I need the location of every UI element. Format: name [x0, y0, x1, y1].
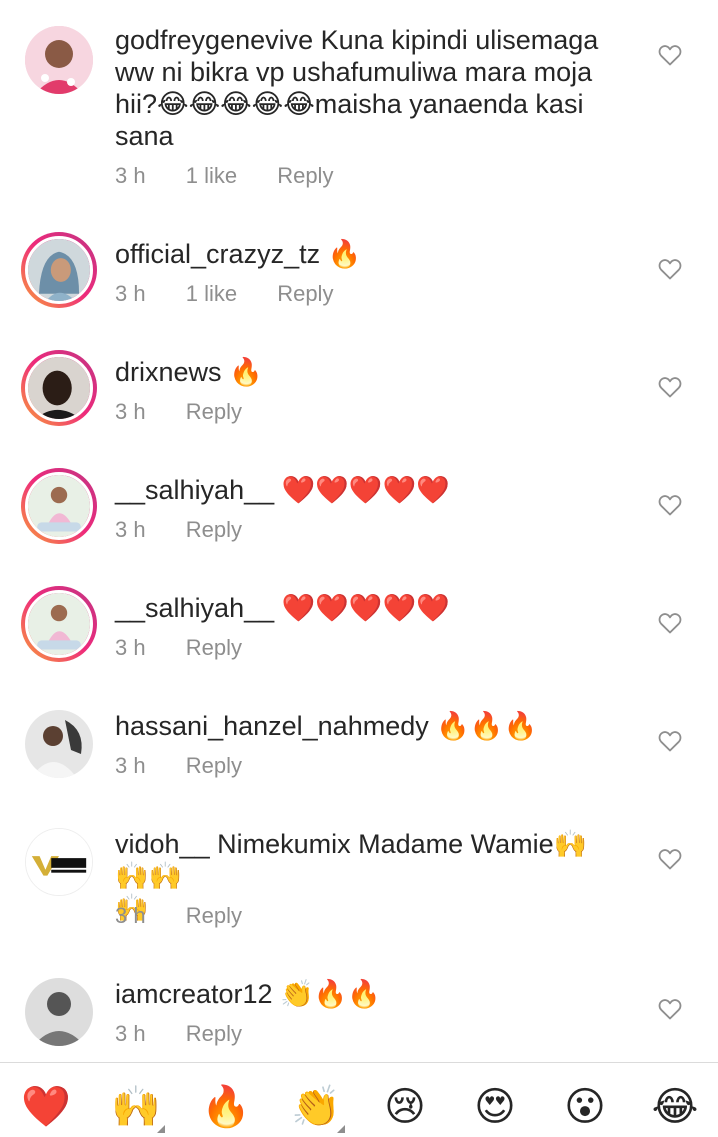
comment-username[interactable]: official_crazyz_tz: [115, 239, 320, 269]
reply-button[interactable]: Reply: [186, 635, 242, 661]
avatar[interactable]: [25, 710, 93, 778]
reaction-fire[interactable]: 🔥: [201, 1083, 251, 1131]
reaction-open-mouth[interactable]: 😮: [561, 1083, 609, 1131]
comment-time: 3 h: [115, 517, 146, 542]
comment-item: iamcreator12 👏🔥🔥 3 h Reply: [0, 940, 718, 1062]
skin-tone-indicator-mark: [337, 1125, 345, 1133]
comment-time: 3 h: [115, 163, 146, 188]
comment-body: ❤️❤️❤️❤️❤️: [274, 475, 450, 505]
avatar-photo: [25, 710, 93, 778]
reply-button[interactable]: Reply: [186, 1021, 242, 1047]
skin-tone-indicator-mark: [157, 1125, 165, 1133]
comment-username[interactable]: vidoh__: [115, 829, 210, 859]
comment-item: drixnews 🔥 3 h Reply: [0, 318, 718, 436]
comment-text: __salhiyah__ ❤️❤️❤️❤️❤️: [115, 474, 615, 506]
comment-username[interactable]: drixnews: [115, 357, 222, 387]
comment-time: 3 h: [115, 1021, 146, 1046]
comment-time: 3 h: [115, 635, 146, 660]
comment-list: godfreygenevive Kuna kipindi ulisemaga w…: [0, 0, 718, 1062]
comment-username[interactable]: hassani_hanzel_nahmedy: [115, 711, 429, 741]
comment-item: __salhiyah__ ❤️❤️❤️❤️❤️ 3 h Reply: [0, 554, 718, 672]
reaction-heart-eyes[interactable]: 😍: [471, 1083, 519, 1131]
reply-button[interactable]: Reply: [277, 281, 333, 307]
comment-body: Kuna kipindi ulisemaga: [313, 25, 599, 55]
comment-username[interactable]: __salhiyah__: [115, 475, 274, 505]
reply-button[interactable]: Reply: [186, 753, 242, 779]
comment-username[interactable]: __salhiyah__: [115, 593, 274, 623]
quick-reaction-bar: ❤️ 🙌 🔥 👏 😢 😍 😮 😂: [0, 1062, 718, 1137]
avatar-photo: [28, 475, 90, 537]
comment-item: godfreygenevive Kuna kipindi ulisemaga w…: [0, 0, 718, 200]
comment-meta: 3 h Reply: [115, 903, 276, 929]
avatar-photo: [25, 26, 93, 94]
comment-text: drixnews 🔥: [115, 356, 615, 388]
avatar-photo: [28, 239, 90, 301]
avatar[interactable]: [21, 350, 97, 426]
comment-text: __salhiyah__ ❤️❤️❤️❤️❤️: [115, 592, 615, 624]
reaction-raising-hands[interactable]: 🙌: [111, 1083, 161, 1131]
avatar-photo: [28, 357, 90, 419]
comment-item: vidoh__ Nimekumix Madame Wamie🙌🙌🙌 🙌 3 h …: [0, 790, 718, 940]
comment-time: 3 h: [115, 281, 146, 306]
comment-meta: 3 h Reply: [115, 753, 276, 779]
like-count[interactable]: 1 like: [186, 163, 237, 189]
like-count[interactable]: 1 like: [186, 281, 237, 307]
comment-time: 3 h: [115, 903, 146, 928]
heart-outline-icon[interactable]: [658, 258, 682, 280]
comment-meta: 3 h 1 like Reply: [115, 163, 367, 189]
comment-text: official_crazyz_tz 🔥: [115, 238, 615, 270]
avatar-photo: [28, 593, 90, 655]
reply-button[interactable]: Reply: [186, 903, 242, 929]
comment-body: sana: [115, 121, 174, 151]
comment-body: hii?😂😂😂😂😂maisha yanaenda kasi: [115, 89, 584, 119]
comment-username[interactable]: godfreygenevive: [115, 25, 313, 55]
comment-meta: 3 h Reply: [115, 517, 276, 543]
comment-meta: 3 h 1 like Reply: [115, 281, 367, 307]
avatar[interactable]: [21, 586, 97, 662]
avatar[interactable]: [25, 828, 93, 896]
reply-button[interactable]: Reply: [186, 399, 242, 425]
heart-outline-icon[interactable]: [658, 730, 682, 752]
heart-outline-icon[interactable]: [658, 998, 682, 1020]
comment-time: 3 h: [115, 753, 146, 778]
comment-body: 👏🔥🔥: [272, 979, 381, 1009]
avatar[interactable]: [25, 978, 93, 1046]
comment-item: __salhiyah__ ❤️❤️❤️❤️❤️ 3 h Reply: [0, 436, 718, 554]
comment-body: 🔥: [221, 357, 263, 387]
reaction-red-heart[interactable]: ❤️: [21, 1083, 71, 1131]
heart-outline-icon[interactable]: [658, 376, 682, 398]
comment-text: hassani_hanzel_nahmedy 🔥🔥🔥: [115, 710, 615, 742]
comment-body: 🔥🔥🔥: [428, 711, 538, 741]
comment-meta: 3 h Reply: [115, 399, 276, 425]
comment-text: godfreygenevive Kuna kipindi ulisemaga w…: [115, 24, 615, 152]
reply-button[interactable]: Reply: [186, 517, 242, 543]
comment-username[interactable]: iamcreator12: [115, 979, 273, 1009]
avatar-logo: [26, 829, 92, 895]
reaction-clapping-hands[interactable]: 👏: [291, 1083, 341, 1131]
reply-button[interactable]: Reply: [277, 163, 333, 189]
heart-outline-icon[interactable]: [658, 612, 682, 634]
reaction-tears-of-joy[interactable]: 😂: [651, 1083, 699, 1131]
avatar-photo: [25, 978, 93, 1046]
comment-text: iamcreator12 👏🔥🔥: [115, 978, 615, 1010]
comment-item: official_crazyz_tz 🔥 3 h 1 like Reply: [0, 200, 718, 318]
comment-body: ❤️❤️❤️❤️❤️: [274, 593, 450, 623]
comment-item: hassani_hanzel_nahmedy 🔥🔥🔥 3 h Reply: [0, 672, 718, 790]
avatar[interactable]: [25, 26, 93, 94]
reaction-crying-face[interactable]: 😢: [381, 1083, 429, 1131]
comment-body: ww ni bikra vp ushafumuliwa mara moja: [115, 57, 593, 87]
comment-time: 3 h: [115, 399, 146, 424]
comment-meta: 3 h Reply: [115, 1021, 276, 1047]
avatar[interactable]: [21, 468, 97, 544]
heart-outline-icon[interactable]: [658, 44, 682, 66]
heart-outline-icon[interactable]: [658, 848, 682, 870]
heart-outline-icon[interactable]: [658, 494, 682, 516]
avatar[interactable]: [21, 232, 97, 308]
comment-meta: 3 h Reply: [115, 635, 276, 661]
comment-body: 🔥: [320, 239, 362, 269]
